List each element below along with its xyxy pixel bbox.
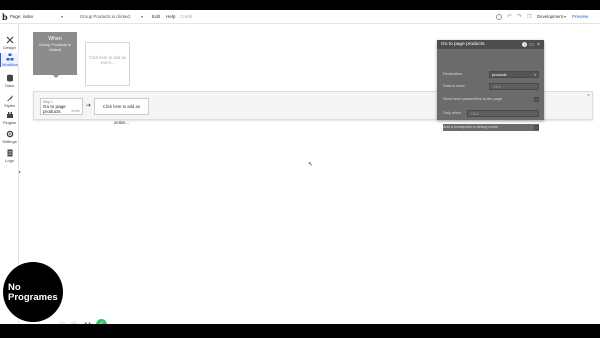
help-icon[interactable]: ? bbox=[522, 42, 527, 47]
page-selector[interactable]: Page: index bbox=[10, 10, 33, 24]
preview-link[interactable]: Preview bbox=[572, 10, 588, 24]
action-step[interactable]: Step 1 Go to page products delete bbox=[40, 98, 83, 115]
arrow-right-icon: ➔ bbox=[86, 103, 92, 109]
watermark-line-2: Programes bbox=[8, 292, 58, 303]
step-delete-link[interactable]: delete bbox=[71, 109, 80, 113]
sidebar-item-data[interactable]: Data bbox=[0, 74, 19, 88]
breakpoint-label: Add a breakpoint in debug mode bbox=[443, 125, 498, 129]
menu-help[interactable]: Help bbox=[166, 10, 175, 24]
send-params-checkbox[interactable] bbox=[534, 97, 539, 102]
styles-icon bbox=[6, 95, 13, 101]
redo-icon[interactable]: ↷ bbox=[517, 10, 522, 24]
destination-value: products bbox=[492, 73, 507, 77]
mouse-cursor-icon: ↖ bbox=[308, 162, 314, 168]
watermark-logo: No Programes bbox=[3, 262, 63, 322]
panel-header: Go to page products ? ▭ × bbox=[437, 40, 544, 49]
event-card[interactable]: When Group Products is clicked bbox=[33, 32, 77, 75]
menu-edit[interactable]: Edit bbox=[152, 10, 160, 24]
sidebar-item-label: Data bbox=[5, 83, 14, 88]
add-action-button[interactable]: Click here to add an action... bbox=[94, 98, 149, 125]
send-params-label: Send more parameters to the page bbox=[443, 97, 502, 101]
workflow-icon bbox=[6, 53, 14, 61]
sidebar-item-label: Logs bbox=[5, 158, 14, 163]
chevron-down-icon[interactable]: ▾ bbox=[141, 10, 143, 24]
app-window: b Page: index ▾ Group Products is clicke… bbox=[0, 10, 600, 324]
debug-close-button[interactable]: × bbox=[70, 321, 78, 324]
only-when-label: Only when bbox=[443, 111, 461, 115]
menu-credit[interactable]: Credit bbox=[180, 10, 192, 24]
close-icon[interactable]: × bbox=[537, 42, 540, 48]
issues-icon[interactable] bbox=[496, 14, 502, 20]
undo-icon[interactable]: ↶ bbox=[507, 10, 512, 24]
send-params-row: Send more parameters to the page bbox=[443, 96, 539, 103]
data-to-send-label: Data to send bbox=[443, 84, 465, 88]
add-event-button[interactable]: Click here to add an event... bbox=[85, 42, 130, 86]
sidebar-item-styles[interactable]: Styles bbox=[0, 94, 19, 108]
check-icon[interactable]: ✓ bbox=[96, 319, 107, 324]
sidebar-item-label: Plugins bbox=[2, 120, 17, 125]
only-when-field[interactable]: Click bbox=[467, 110, 539, 117]
sidebar-item-label: Styles bbox=[4, 103, 15, 108]
copy-icon[interactable]: ❐ bbox=[527, 10, 531, 24]
chevron-down-icon[interactable]: ▾ bbox=[61, 10, 63, 24]
breakpoint-checkbox[interactable] bbox=[534, 125, 539, 130]
data-icon bbox=[6, 74, 13, 82]
top-bar: b Page: index ▾ Group Products is clicke… bbox=[0, 10, 600, 24]
property-editor-panel: Go to page products ? ▭ × Destination pr… bbox=[437, 40, 544, 120]
data-to-send-field[interactable]: Click bbox=[489, 83, 539, 90]
bubble-logo[interactable]: b bbox=[2, 10, 8, 24]
sidebar-item-design[interactable]: Design bbox=[0, 36, 19, 50]
sidebar-item-settings[interactable]: Settings bbox=[0, 130, 19, 144]
sidebar-item-label: Design bbox=[3, 45, 16, 50]
debug-minus-button[interactable]: − bbox=[58, 321, 66, 324]
sidebar-item-label: Settings bbox=[2, 139, 17, 144]
design-icon bbox=[6, 36, 13, 44]
event-description: Group Products is clicked bbox=[38, 42, 71, 52]
destination-row: Destination products ▾ bbox=[443, 71, 539, 78]
pause-icon[interactable]: ❚❚ bbox=[84, 321, 92, 324]
chevron-down-icon: ▾ bbox=[534, 73, 536, 77]
comment-icon[interactable]: ▭ bbox=[529, 42, 534, 48]
panel-title: Go to page products bbox=[441, 42, 485, 47]
sidebar-item-plugins[interactable]: Plugins bbox=[0, 111, 19, 125]
only-when-row: Only when Click bbox=[443, 110, 539, 117]
destination-dropdown[interactable]: products ▾ bbox=[489, 71, 539, 78]
sidebar-item-label: Workflow bbox=[1, 62, 19, 67]
sidebar-item-workflow[interactable]: Workflow bbox=[0, 53, 19, 67]
logs-icon bbox=[7, 149, 12, 157]
event-selector[interactable]: Group Products is clicked bbox=[80, 10, 130, 24]
settings-icon bbox=[6, 130, 13, 138]
chevron-down-icon[interactable]: ▾ bbox=[564, 10, 566, 24]
sidebar-item-logs[interactable]: Logs bbox=[0, 149, 19, 163]
event-pointer bbox=[53, 75, 59, 78]
breakpoint-row: Add a breakpoint in debug mode bbox=[443, 124, 539, 131]
close-icon[interactable]: × bbox=[587, 93, 590, 99]
data-to-send-row: Data to send Click bbox=[443, 83, 539, 90]
destination-label: Destination bbox=[443, 72, 462, 76]
environment-selector[interactable]: Development bbox=[537, 10, 563, 24]
plugins-icon bbox=[6, 112, 13, 118]
